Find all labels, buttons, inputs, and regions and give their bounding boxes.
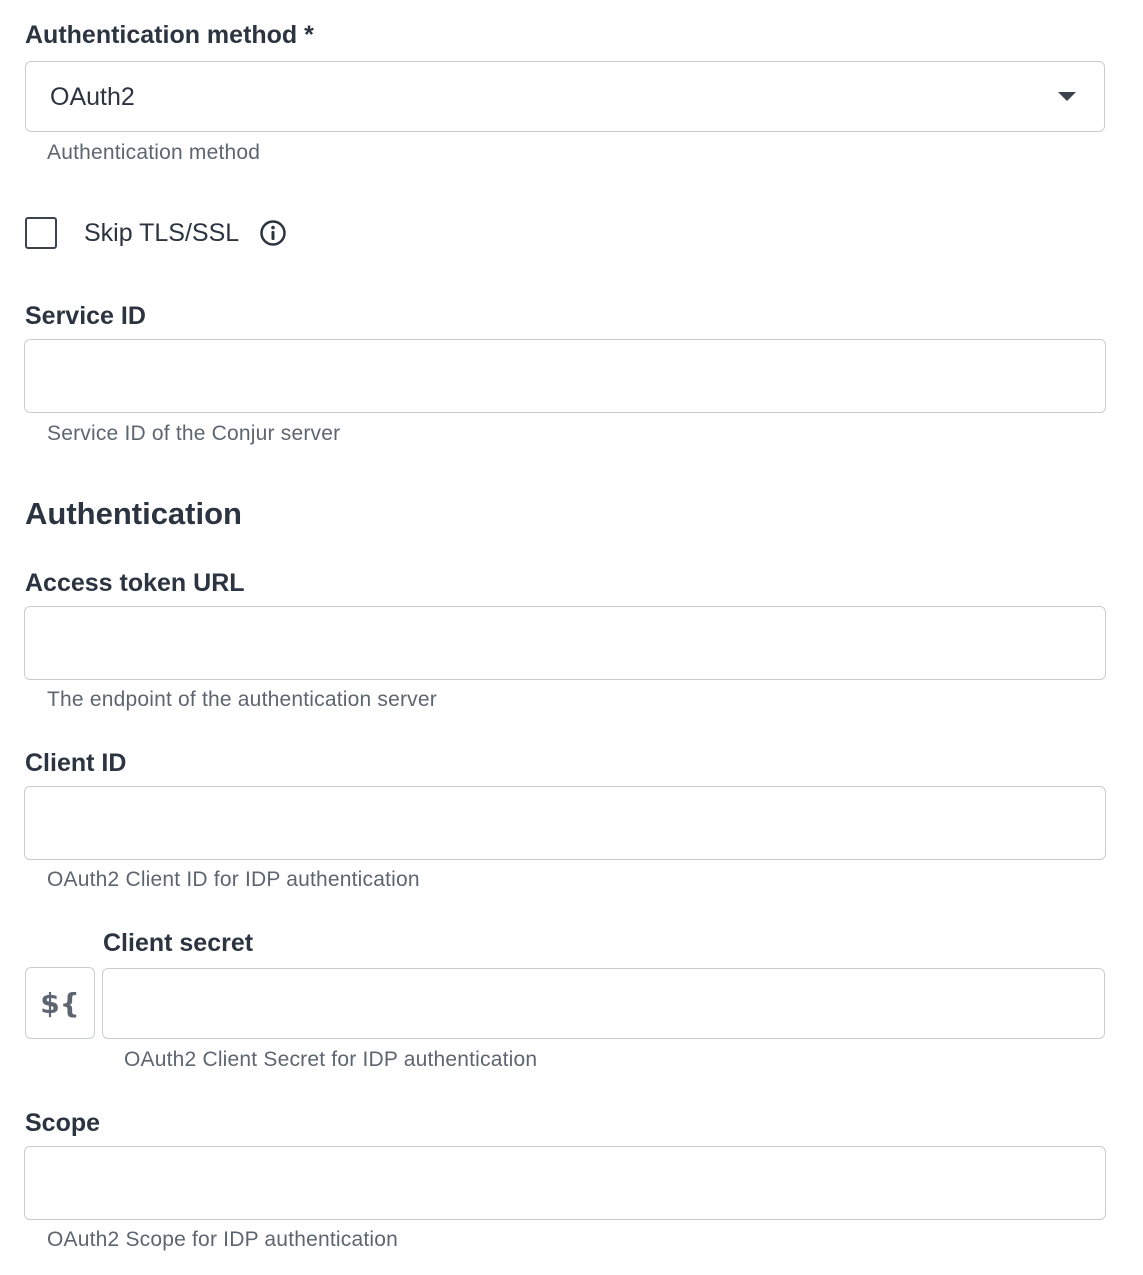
service-id-input[interactable] [24,339,1106,413]
client-id-label: Client ID [25,749,127,777]
auth-method-value: OAuth2 [50,83,135,111]
access-token-url-input[interactable] [24,606,1106,680]
authentication-section-title: Authentication [25,496,242,531]
client-secret-helper: OAuth2 Client Secret for IDP authenticat… [124,1048,538,1071]
scope-input[interactable] [24,1146,1106,1220]
auth-method-label: Authentication method * [25,21,314,49]
client-id-helper: OAuth2 Client ID for IDP authentication [47,868,420,891]
skip-tls-label[interactable]: Skip TLS/SSL [84,218,239,248]
service-id-helper: Service ID of the Conjur server [47,422,341,445]
chevron-down-icon [1058,92,1076,101]
client-secret-label: Client secret [103,929,254,957]
client-id-input[interactable] [24,786,1106,860]
auth-method-helper: Authentication method [47,141,261,164]
client-secret-input[interactable] [102,968,1105,1039]
scope-label: Scope [25,1109,101,1137]
service-id-label: Service ID [25,302,146,330]
auth-method-select[interactable]: OAuth2 [25,61,1105,132]
access-token-url-label: Access token URL [25,569,245,597]
access-token-url-helper: The endpoint of the authentication serve… [47,688,437,711]
scope-helper: OAuth2 Scope for IDP authentication [47,1228,398,1251]
variable-icon: ${ [40,986,80,1020]
variable-toggle-button[interactable]: ${ [25,967,95,1039]
skip-tls-checkbox[interactable] [25,217,57,249]
info-icon[interactable] [259,219,287,247]
